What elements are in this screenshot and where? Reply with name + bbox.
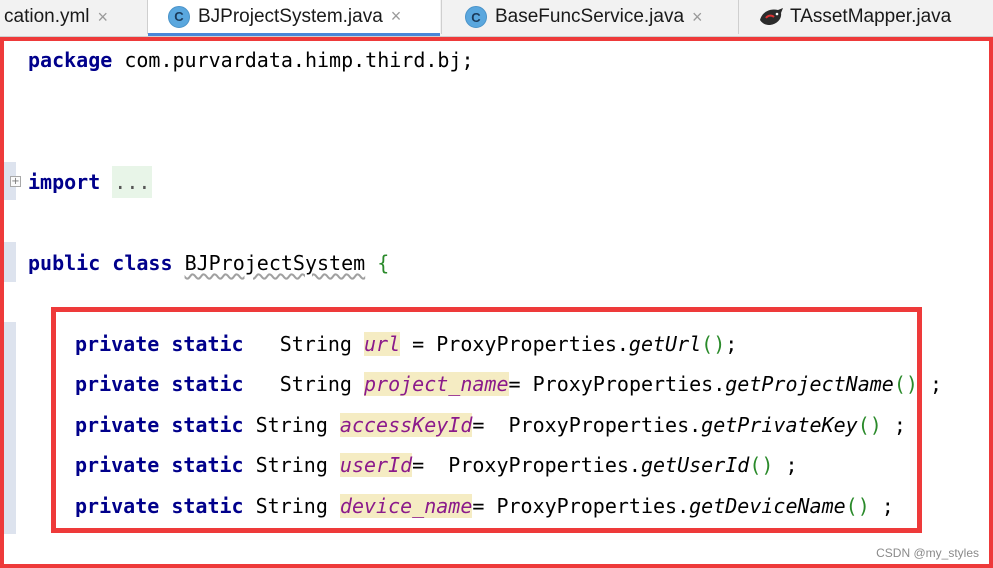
- close-icon[interactable]: ×: [391, 6, 402, 27]
- mybatis-bird-icon: [760, 8, 783, 25]
- tab-tassetmapper-java[interactable]: TAssetMapper.java: [758, 0, 951, 34]
- class-name: BJProjectSystem: [184, 251, 366, 275]
- keyword: package: [28, 48, 113, 72]
- fold-expand-icon[interactable]: +: [10, 176, 21, 187]
- tab-basefuncservice-java[interactable]: C BaseFuncService.java ×: [465, 0, 703, 34]
- code-line-package[interactable]: package com.purvardata.himp.third.bj;: [28, 48, 474, 72]
- open-brace: {: [377, 251, 390, 275]
- keyword: public: [28, 251, 101, 275]
- keyword: class: [112, 251, 173, 275]
- code-line-class-declaration[interactable]: public class BJProjectSystem {: [28, 251, 389, 275]
- tab-bjprojectsystem-java[interactable]: C BJProjectSystem.java ×: [148, 0, 440, 36]
- close-icon[interactable]: ×: [692, 7, 703, 28]
- editor-tab-bar: cation.yml × C BJProjectSystem.java × C …: [0, 0, 993, 37]
- keyword: import: [28, 170, 101, 194]
- package-name: com.purvardata.himp.third.bj;: [112, 48, 474, 72]
- class-icon: C: [465, 6, 487, 28]
- gutter-change-marker: [4, 322, 16, 534]
- fields-highlight-frame: [51, 307, 922, 533]
- tab-application-yml[interactable]: cation.yml ×: [4, 0, 108, 34]
- close-icon[interactable]: ×: [98, 7, 109, 28]
- tab-label: TAssetMapper.java: [790, 6, 952, 27]
- tab-label: BaseFuncService.java: [495, 6, 685, 27]
- code-line-import[interactable]: import ...: [28, 166, 153, 198]
- gutter-change-marker: [4, 242, 16, 282]
- tab-divider: [738, 0, 739, 34]
- tab-label: BJProjectSystem.java: [198, 5, 383, 27]
- tab-label: cation.yml: [4, 6, 90, 27]
- tab-divider: [441, 0, 442, 34]
- folded-imports[interactable]: ...: [112, 166, 153, 198]
- class-icon: C: [168, 5, 190, 28]
- watermark: CSDN @my_styles: [876, 546, 979, 560]
